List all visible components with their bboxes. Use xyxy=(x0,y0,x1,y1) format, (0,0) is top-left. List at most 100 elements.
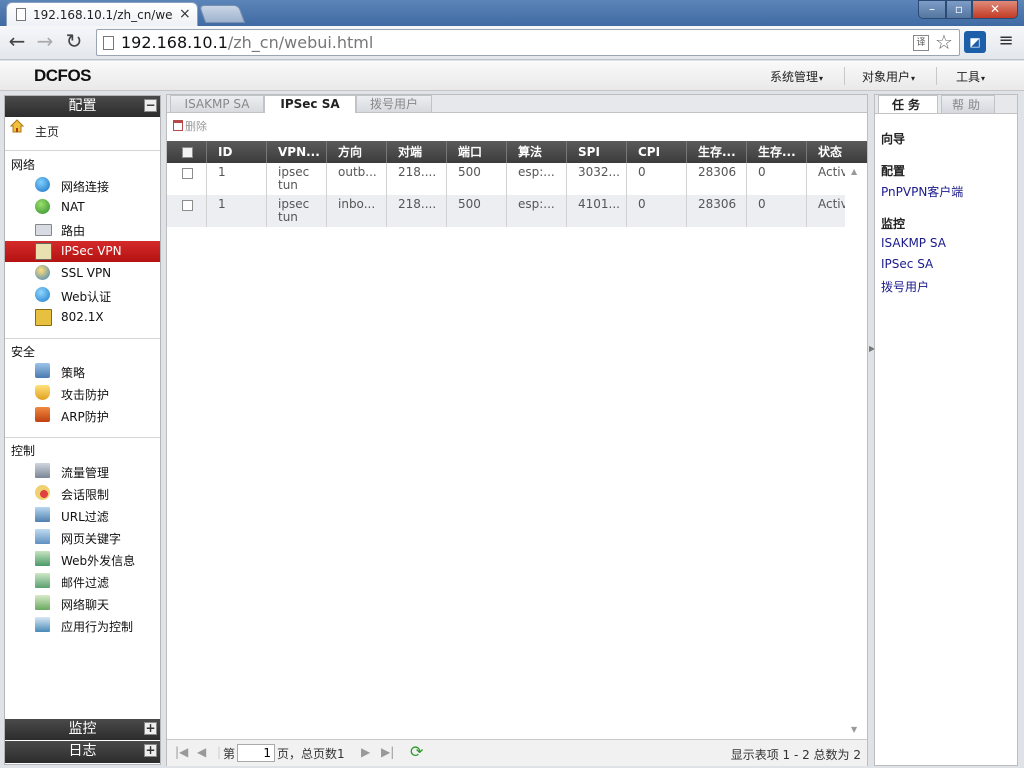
app-header: DCFOS 系统管理▾ 对象用户▾ 工具▾ xyxy=(0,61,1024,91)
table-header: ID VPN... 方向 对端 端口 算法 SPI CPI 生存... 生存..… xyxy=(167,141,867,163)
column-header[interactable]: 方向 xyxy=(327,141,387,163)
url-text[interactable]: 192.168.10.1/zh_cn/webui.html xyxy=(121,33,373,52)
monitor-title: 监控 xyxy=(881,217,906,231)
pager: |◀ ◀ | 第 页，总页数1 ▶ ▶| ⟳ 显示表项 1 - 2 总数为 2 xyxy=(167,739,867,766)
url-filter-icon xyxy=(35,507,50,522)
extension-icon[interactable]: ◩ xyxy=(964,31,986,53)
traffic-icon xyxy=(35,463,50,478)
expand-icon[interactable]: + xyxy=(144,722,157,735)
last-page-icon[interactable]: ▶| xyxy=(381,745,394,759)
column-header[interactable]: 对端 xyxy=(387,141,447,163)
sidebar-item-nat[interactable]: NAT xyxy=(5,197,160,218)
sidebar-item-routing[interactable]: 路由 xyxy=(5,219,160,240)
sidebar-item-mail-filter[interactable]: 邮件过滤 xyxy=(5,571,160,592)
page-number-input[interactable] xyxy=(237,744,275,762)
arp-icon xyxy=(35,407,50,422)
log-panel-header[interactable]: 日志 + xyxy=(5,741,160,763)
delete-button[interactable]: 删除 xyxy=(173,118,207,134)
next-page-icon[interactable]: ▶ xyxy=(361,745,370,759)
first-page-icon[interactable]: |◀ xyxy=(175,745,188,759)
sidebar-item-network-chat[interactable]: 网络聊天 xyxy=(5,593,160,614)
column-header[interactable]: ID xyxy=(207,141,267,163)
prev-page-icon[interactable]: ◀ xyxy=(197,745,206,759)
table-row[interactable]: 1 ipsec tun outb... 218.... 500 esp:... 3032..… xyxy=(167,163,845,195)
sidebar-item-session-limit[interactable]: 会话限制 xyxy=(5,483,160,504)
sidebar-item-page-keywords[interactable]: 网页关键字 xyxy=(5,527,160,548)
column-header[interactable]: 算法 xyxy=(507,141,567,163)
scroll-up-icon[interactable]: ▲ xyxy=(851,167,857,176)
vertical-scrollbar[interactable]: ▲ ▼ xyxy=(847,163,865,739)
browser-toolbar: ← → ↻ 192.168.10.1/zh_cn/webui.html 译 ☆ … xyxy=(0,26,1024,60)
hamburger-menu-icon[interactable]: ≡ xyxy=(996,30,1016,54)
table-cell: 218.... xyxy=(387,195,447,227)
sidebar-item-label: 网络聊天 xyxy=(61,598,110,612)
sidebar-item-policy[interactable]: 策略 xyxy=(5,361,160,382)
column-header[interactable]: 生存... xyxy=(747,141,807,163)
column-header[interactable]: VPN... xyxy=(267,141,327,163)
collapse-icon[interactable]: − xyxy=(144,99,157,112)
forward-arrow-icon[interactable]: → xyxy=(33,30,57,54)
shield-icon xyxy=(35,385,50,400)
sidebar-item-8021x[interactable]: 802.1X xyxy=(5,307,160,328)
browser-tab[interactable]: 192.168.10.1/zh_cn/webui.html × xyxy=(6,2,198,26)
vpn-icon xyxy=(35,243,52,260)
star-icon[interactable]: ☆ xyxy=(935,30,953,54)
sidebar-item-label: 主页 xyxy=(35,125,60,139)
row-select-cell xyxy=(167,195,207,227)
sidebar-item-attack-defense[interactable]: 攻击防护 xyxy=(5,383,160,404)
table-cell: 4101... xyxy=(567,195,627,227)
table-cell: Active xyxy=(818,165,845,179)
sidebar-item-web-auth[interactable]: Web认证 xyxy=(5,285,160,306)
column-header[interactable]: SPI xyxy=(567,141,627,163)
sidebar-item-ipsec-vpn[interactable]: IPSec VPN xyxy=(5,241,160,262)
translate-icon[interactable]: 译 xyxy=(913,35,929,51)
close-tab-icon[interactable]: × xyxy=(179,6,191,22)
sidebar-item-label: SSL VPN xyxy=(61,266,112,280)
column-header[interactable]: CPI xyxy=(627,141,687,163)
table-cell: Active xyxy=(818,197,845,211)
sidebar-item-web-outbound[interactable]: Web外发信息 xyxy=(5,549,160,570)
row-select-cell xyxy=(167,163,207,195)
sidebar-item-network-connection[interactable]: 网络连接 xyxy=(5,175,160,196)
tab-tasks[interactable]: 任务 xyxy=(878,95,938,113)
tab-dialup-users[interactable]: 拨号用户 xyxy=(356,95,432,112)
menu-tools[interactable]: 工具▾ xyxy=(956,68,985,85)
link-ipsec-sa[interactable]: IPSec SA xyxy=(881,257,933,271)
column-header[interactable]: 端口 xyxy=(447,141,507,163)
window-minimize-button[interactable]: – xyxy=(918,0,946,19)
refresh-icon[interactable]: ⟳ xyxy=(410,744,426,760)
scroll-down-icon[interactable]: ▼ xyxy=(851,725,857,734)
row-checkbox[interactable] xyxy=(182,200,193,211)
address-bar[interactable]: 192.168.10.1/zh_cn/webui.html 译 ☆ xyxy=(96,29,960,56)
reload-icon[interactable]: ↻ xyxy=(62,30,86,54)
link-pnpvpn-client[interactable]: PnPVPN客户端 xyxy=(881,183,963,200)
menu-system-management[interactable]: 系统管理▾ xyxy=(770,68,823,85)
sidebar-item-label: URL过滤 xyxy=(61,510,109,524)
tab-help[interactable]: 帮助 xyxy=(941,95,995,113)
sidebar-item-url-filter[interactable]: URL过滤 xyxy=(5,505,160,526)
config-panel-header[interactable]: 配置 − xyxy=(5,96,160,117)
column-header[interactable]: 生存... xyxy=(687,141,747,163)
tab-ipsec-sa[interactable]: IPSec SA xyxy=(264,95,356,113)
sidebar-item-arp-defense[interactable]: ARP防护 xyxy=(5,405,160,426)
sidebar-item-home[interactable]: 主页 xyxy=(5,118,160,140)
menu-object-users[interactable]: 对象用户▾ xyxy=(862,68,915,85)
expand-icon[interactable]: + xyxy=(144,744,157,757)
pager-prefix: 第 xyxy=(223,747,236,761)
monitor-panel-header[interactable]: 监控 + xyxy=(5,719,160,740)
column-header[interactable]: 状态 xyxy=(807,141,867,163)
home-icon xyxy=(9,119,25,133)
sidebar-item-traffic-management[interactable]: 流量管理 xyxy=(5,461,160,482)
window-maximize-button[interactable]: ▫ xyxy=(946,0,972,19)
sidebar-item-app-control[interactable]: 应用行为控制 xyxy=(5,615,160,636)
sidebar-item-ssl-vpn[interactable]: SSL VPN xyxy=(5,263,160,284)
back-arrow-icon[interactable]: ← xyxy=(5,30,29,54)
window-close-button[interactable]: ✕ xyxy=(972,0,1018,19)
link-dialup-users[interactable]: 拨号用户 xyxy=(881,278,929,295)
link-isakmp-sa[interactable]: ISAKMP SA xyxy=(881,236,946,250)
row-checkbox[interactable] xyxy=(182,168,193,179)
new-tab-button[interactable] xyxy=(198,5,246,23)
table-row[interactable]: 1 ipsec tun inbo... 218.... 500 esp:... 4101..… xyxy=(167,195,845,227)
tab-isakmp-sa[interactable]: ISAKMP SA xyxy=(170,95,264,112)
select-all-checkbox[interactable] xyxy=(182,147,193,158)
